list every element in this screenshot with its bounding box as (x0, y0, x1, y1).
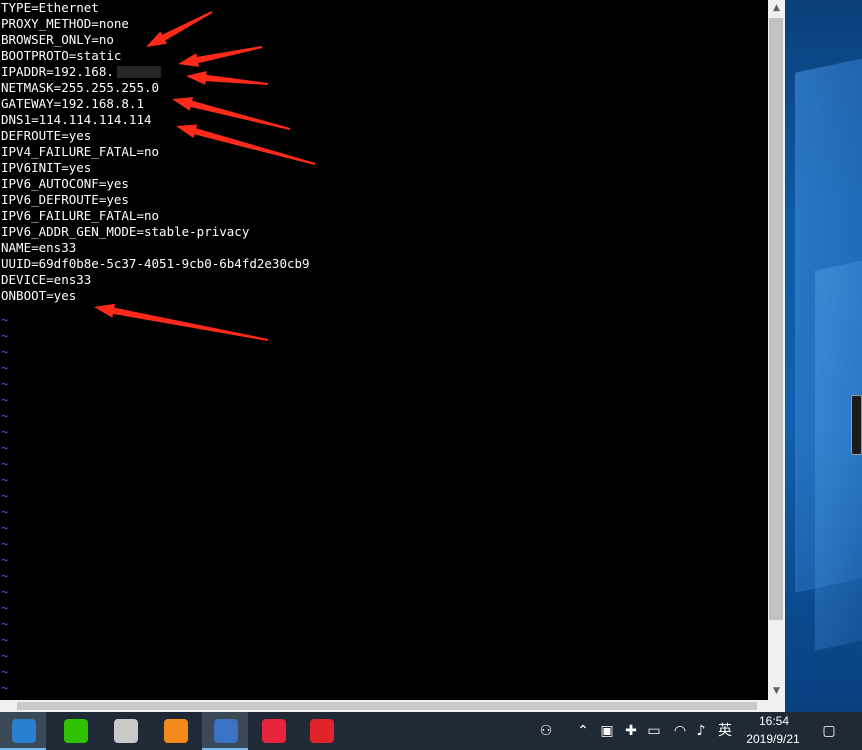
video-player-taskbar-button[interactable] (202, 712, 248, 750)
netease-music-taskbar-button[interactable] (298, 712, 344, 750)
vim-empty-line-tilde: ~ (1, 537, 9, 551)
screen-icon[interactable]: ▣ (598, 722, 616, 740)
input-method-indicator[interactable]: 英 (716, 722, 734, 740)
vertical-scrollbar[interactable]: ▲ ▼ (768, 0, 785, 700)
control-panel-taskbar-button[interactable] (102, 712, 148, 750)
horizontal-scrollbar[interactable] (0, 700, 768, 712)
vim-empty-line-tilde: ~ (1, 665, 9, 679)
taskbar: ⚇ ⌃ ▣ ✚ ▭ ◠ ♪ 英 ▢ (0, 712, 862, 750)
config-line: DNS1=114.114.114.114 (1, 112, 152, 127)
vim-empty-line-tilde: ~ (1, 361, 9, 375)
vim-empty-line-tilde: ~ (1, 601, 9, 615)
clock-date[interactable]: 2019/9/21 (740, 731, 806, 747)
config-line: UUID=69df0b8e-5c37-4051-9cb0-6b4fd2e30cb… (1, 256, 310, 271)
wifi-icon[interactable]: ◠ (671, 722, 689, 740)
vim-empty-line-tilde: ~ (1, 569, 9, 583)
control-panel-icon (114, 719, 138, 743)
vim-empty-line-tilde: ~ (1, 505, 9, 519)
colorful-app-taskbar-button[interactable] (152, 712, 198, 750)
vim-empty-line-tilde: ~ (1, 489, 9, 503)
config-line: PROXY_METHOD=none (1, 16, 129, 31)
config-line: DEFROUTE=yes (1, 128, 92, 143)
vim-empty-line-tilde: ~ (1, 457, 9, 471)
vim-empty-line-tilde: ~ (1, 345, 9, 359)
vim-empty-line-tilde: ~ (1, 425, 9, 439)
config-line: IPV6_AUTOCONF=yes (1, 176, 129, 191)
vim-empty-line-tilde: ~ (1, 633, 9, 647)
vim-empty-line-tilde: ~ (1, 377, 9, 391)
people-icon[interactable]: ⚇ (537, 722, 555, 740)
clock-time[interactable]: 16:54 (744, 713, 804, 729)
scroll-down-arrow-icon[interactable]: ▼ (768, 683, 785, 700)
config-line: NAME=ens33 (1, 240, 77, 255)
video-player-icon (214, 719, 238, 743)
vim-empty-line-tilde: ~ (1, 393, 9, 407)
vim-empty-line-tilde: ~ (1, 409, 9, 423)
config-line: IPV6_ADDR_GEN_MODE=stable-privacy (1, 224, 250, 239)
vim-empty-line-tilde: ~ (1, 681, 9, 695)
show-hidden-icons-chevron-icon[interactable]: ⌃ (574, 722, 592, 740)
redacted-ip-blur (117, 66, 161, 78)
vim-empty-line-tilde: ~ (1, 521, 9, 535)
config-line: GATEWAY=192.168.8.1 (1, 96, 144, 111)
config-line: NETMASK=255.255.255.0 (1, 80, 160, 95)
desktop-wallpaper (785, 0, 862, 712)
netease-music-icon (310, 719, 334, 743)
vim-empty-line-tilde: ~ (1, 649, 9, 663)
terminal-window[interactable]: TYPE=Ethernet PROXY_METHOD=none BROWSER_ON… (0, 0, 768, 700)
scroll-corner (768, 700, 785, 712)
wechat-taskbar-button[interactable] (52, 712, 98, 750)
security-shield-icon[interactable]: ✚ (622, 722, 640, 740)
desktop-scroll-handle[interactable] (851, 395, 862, 455)
xmind-taskbar-button[interactable] (250, 712, 296, 750)
scroll-thumb[interactable] (769, 18, 783, 620)
config-line: IPV6_FAILURE_FATAL=no (1, 208, 160, 223)
battery-icon[interactable]: ▭ (645, 722, 663, 740)
vim-empty-line-tilde: ~ (1, 441, 9, 455)
notification-center-icon[interactable]: ▢ (820, 722, 838, 740)
vim-empty-line-tilde: ~ (1, 617, 9, 631)
config-line: ONBOOT=yes (1, 288, 77, 303)
vmware-taskbar-button[interactable] (0, 712, 46, 750)
config-line: IPV6_DEFROUTE=yes (1, 192, 129, 207)
vim-empty-line-tilde: ~ (1, 585, 9, 599)
config-line: BROWSER_ONLY=no (1, 32, 114, 47)
config-line: DEVICE=ens33 (1, 272, 92, 287)
xmind-icon (262, 719, 286, 743)
scroll-up-arrow-icon[interactable]: ▲ (768, 0, 785, 17)
horizontal-scroll-thumb[interactable] (17, 702, 757, 710)
colorful-app-icon (164, 719, 188, 743)
vim-empty-line-tilde: ~ (1, 473, 9, 487)
config-line: TYPE=Ethernet (1, 0, 99, 15)
vmware-icon (12, 719, 36, 743)
config-line: IPV4_FAILURE_FATAL=no (1, 144, 160, 159)
vim-empty-line-tilde: ~ (1, 553, 9, 567)
vim-empty-line-tilde: ~ (1, 313, 9, 327)
wechat-icon (64, 719, 88, 743)
config-line: BOOTPROTO=static (1, 48, 122, 63)
config-line: IPV6INIT=yes (1, 160, 92, 175)
vim-empty-line-tilde: ~ (1, 329, 9, 343)
config-line: IPADDR=192.168. (1, 64, 114, 79)
volume-icon[interactable]: ♪ (692, 722, 710, 740)
